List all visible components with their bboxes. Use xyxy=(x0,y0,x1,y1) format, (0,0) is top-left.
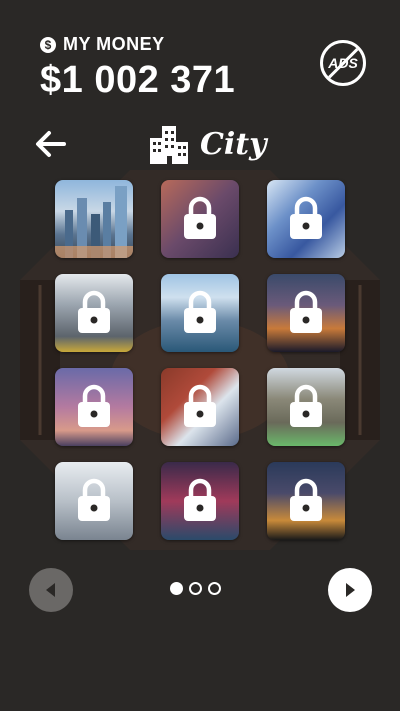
category-title: City xyxy=(148,124,267,164)
lock-icon xyxy=(290,196,322,239)
level-tile-11[interactable] xyxy=(161,462,239,540)
lock-icon xyxy=(290,478,322,521)
level-tile-2[interactable] xyxy=(161,180,239,258)
level-tile-9[interactable] xyxy=(267,368,345,446)
lock-icon xyxy=(78,478,110,521)
level-tile-3[interactable] xyxy=(267,180,345,258)
pagination-controls xyxy=(0,568,400,614)
level-tile-1[interactable] xyxy=(55,180,133,258)
page-dot-1[interactable] xyxy=(170,582,183,595)
category-label: City xyxy=(200,126,267,162)
next-page-button[interactable] xyxy=(328,568,372,612)
lock-icon xyxy=(184,478,216,521)
lock-icon xyxy=(78,384,110,427)
level-tile-8[interactable] xyxy=(161,368,239,446)
money-label-row: $ MY MONEY xyxy=(40,34,235,55)
page-dot-3[interactable] xyxy=(208,582,221,595)
page-dot-2[interactable] xyxy=(189,582,202,595)
money-header: $ MY MONEY $1 002 371 xyxy=(40,34,235,102)
lock-icon xyxy=(184,196,216,239)
level-tile-10[interactable] xyxy=(55,462,133,540)
level-tile-12[interactable] xyxy=(267,462,345,540)
level-grid xyxy=(55,180,347,540)
tile-image xyxy=(55,180,133,258)
no-ads-button[interactable]: ADS xyxy=(320,40,366,86)
lock-icon xyxy=(184,290,216,333)
page-indicator xyxy=(170,582,221,595)
level-tile-6[interactable] xyxy=(267,274,345,352)
lock-icon xyxy=(290,384,322,427)
triangle-left-icon xyxy=(46,583,55,597)
back-arrow-icon[interactable] xyxy=(34,128,68,160)
level-tile-4[interactable] xyxy=(55,274,133,352)
level-tile-5[interactable] xyxy=(161,274,239,352)
lock-icon xyxy=(184,384,216,427)
triangle-right-icon xyxy=(346,583,355,597)
previous-page-button[interactable] xyxy=(29,568,73,612)
city-buildings-icon xyxy=(150,126,188,164)
level-tile-7[interactable] xyxy=(55,368,133,446)
lock-icon xyxy=(290,290,322,333)
money-label: MY MONEY xyxy=(63,34,165,54)
money-value: $1 002 371 xyxy=(40,59,236,101)
lock-icon xyxy=(78,290,110,333)
dollar-coin-icon: $ xyxy=(40,36,56,53)
